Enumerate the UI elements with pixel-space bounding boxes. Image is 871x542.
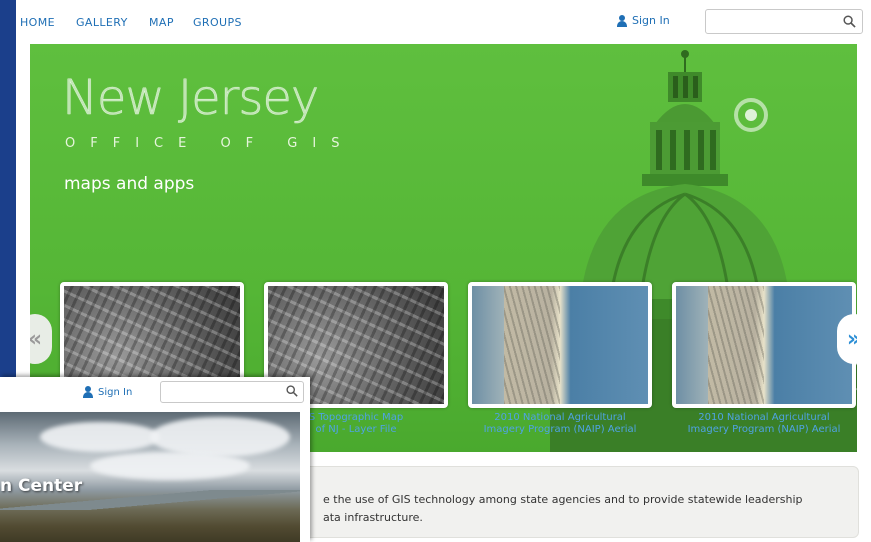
secondary-browser-window: Sign In n Center [0,377,310,542]
carousel-thumbnail[interactable] [672,282,856,408]
search-input[interactable] [706,10,836,33]
sign-in-label: Sign In [98,386,133,398]
search-box [705,9,863,34]
banner-title: New Jersey [62,70,320,126]
cloud-shape [90,452,250,480]
user-icon [82,386,94,398]
carousel-prev-button[interactable]: « [30,314,52,364]
search-icon[interactable] [286,385,298,397]
banner-subtitle: OFFICE OF GIS [65,136,355,151]
nav-groups-link[interactable]: GROUPS [193,16,242,29]
search-icon[interactable] [843,15,856,28]
description-text: e the use of GIS technology among state … [323,493,803,524]
sign-in-link[interactable]: Sign In [82,386,132,398]
top-navigation: HOME GALLERY MAP GROUPS Sign In [16,0,871,44]
nav-home-link[interactable]: HOME [20,16,55,29]
cloud-shape [40,422,160,452]
carousel-caption[interactable]: 2010 National Agricultural Imagery Progra… [672,412,856,436]
search-box [160,381,304,405]
banner-tagline: maps and apps [64,174,195,194]
banner-title: n Center [0,476,83,496]
sign-in-link[interactable]: Sign In [616,14,670,27]
sign-in-label: Sign In [632,14,670,27]
nav-map-link[interactable]: MAP [149,16,174,29]
carousel-thumbnail[interactable] [468,282,652,408]
carousel-caption[interactable]: 2010 National Agricultural Imagery Progra… [468,412,652,436]
cloud-shape [150,417,290,457]
carousel-next-button[interactable]: » [837,314,857,364]
search-input[interactable] [161,384,281,405]
landscape-banner-image: n Center [0,412,300,542]
nav-gallery-link[interactable]: GALLERY [76,16,128,29]
user-icon [616,14,628,27]
